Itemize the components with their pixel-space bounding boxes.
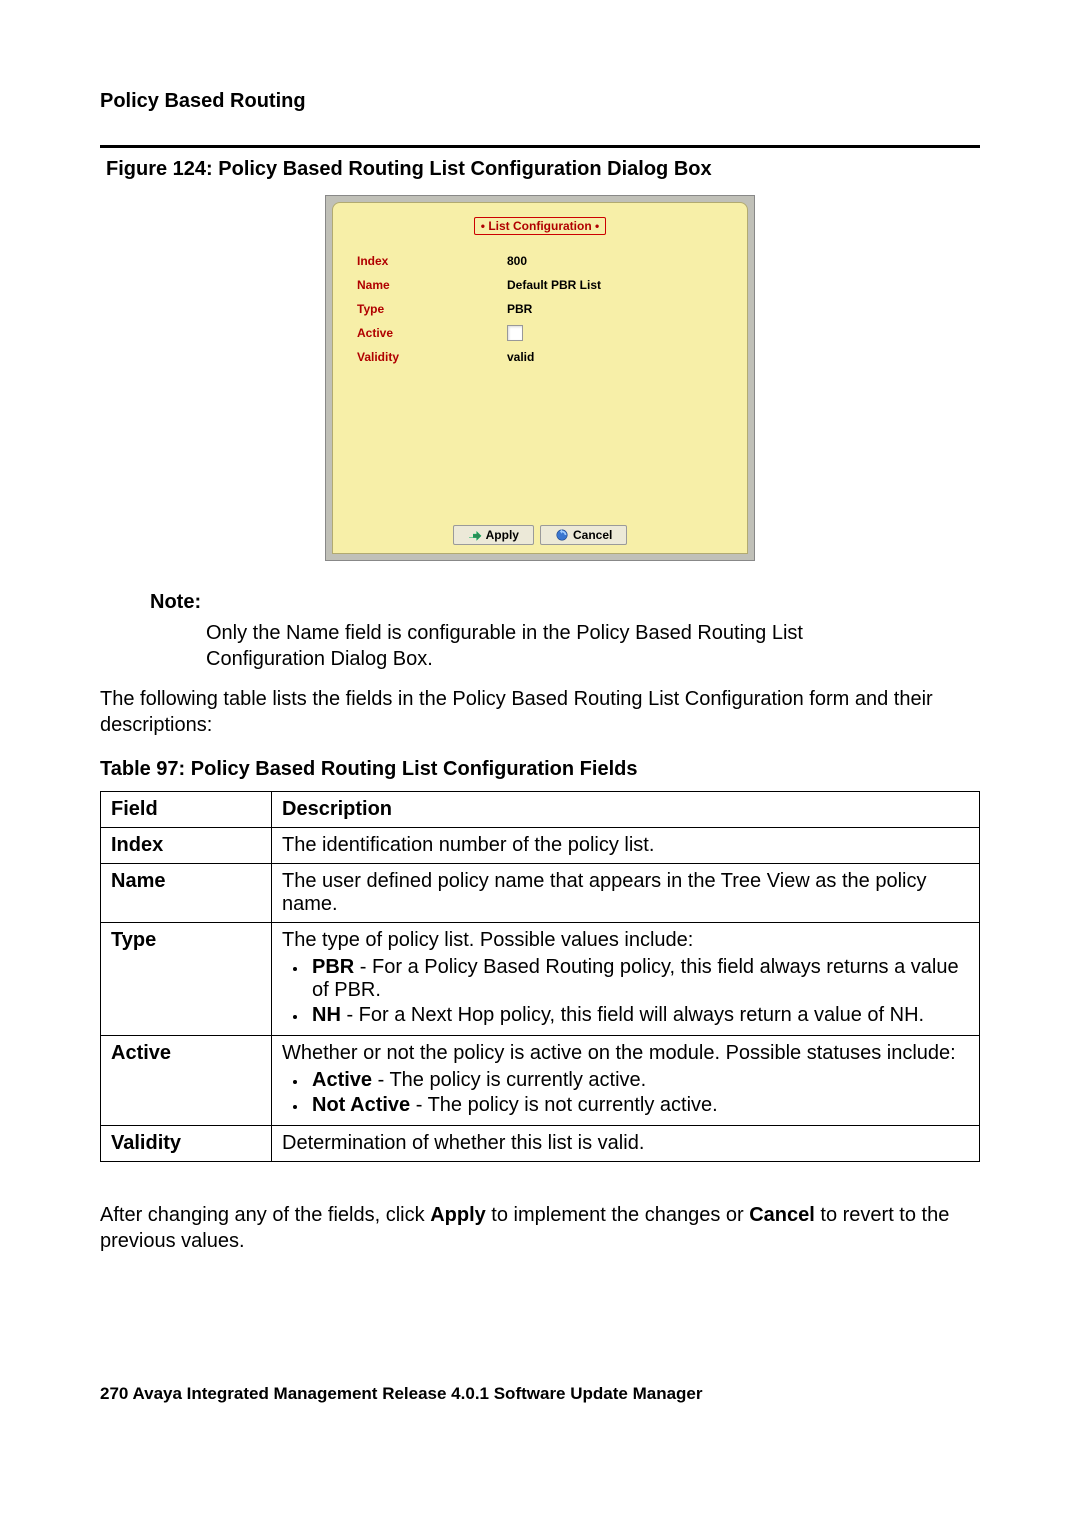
- intro-text: The following table lists the fields in …: [100, 686, 980, 738]
- list-item: Active - The policy is currently active.: [308, 1069, 969, 1092]
- apply-arrow-icon: [468, 529, 482, 541]
- form-value-type: PBR: [507, 302, 532, 316]
- closing-text: After changing any of the fields, click …: [100, 1202, 980, 1254]
- list-item: NH - For a Next Hop policy, this field w…: [308, 1004, 969, 1027]
- form-label-validity: Validity: [357, 350, 507, 364]
- dialog-button-bar: Apply Cancel: [349, 519, 731, 547]
- td-description: Determination of whether this list is va…: [272, 1126, 980, 1162]
- list-item: PBR - For a Policy Based Routing policy,…: [308, 956, 969, 1002]
- type-bullets: PBR - For a Policy Based Routing policy,…: [308, 956, 969, 1027]
- type-b1-strong: PBR: [312, 956, 354, 978]
- dialog-header: • List Configuration •: [349, 217, 731, 235]
- note-body: Only the Name field is configurable in t…: [206, 620, 886, 672]
- td-field: Active: [101, 1036, 272, 1126]
- page-footer: 270 Avaya Integrated Management Release …: [100, 1384, 980, 1404]
- form-value-validity: valid: [507, 350, 534, 364]
- th-description: Description: [272, 792, 980, 828]
- cancel-button[interactable]: Cancel: [540, 525, 627, 545]
- section-title: Policy Based Routing: [100, 90, 980, 113]
- table-row: Index The identification number of the p…: [101, 828, 980, 864]
- type-b2-strong: NH: [312, 1004, 341, 1026]
- active-b2-rest: - The policy is not currently active.: [410, 1094, 718, 1116]
- td-description: The type of policy list. Possible values…: [272, 923, 980, 1036]
- table-caption: Table 97: Policy Based Routing List Conf…: [100, 758, 980, 781]
- table-row: Name The user defined policy name that a…: [101, 864, 980, 923]
- table-row: Active Whether or not the policy is acti…: [101, 1036, 980, 1126]
- form-label-index: Index: [357, 254, 507, 268]
- type-intro: The type of policy list. Possible values…: [282, 929, 693, 951]
- form-row-type: Type PBR: [357, 297, 723, 321]
- form-label-name: Name: [357, 278, 507, 292]
- td-description: The user defined policy name that appear…: [272, 864, 980, 923]
- footer-page-number: 270: [100, 1384, 128, 1403]
- form-value-name: Default PBR List: [507, 278, 601, 292]
- td-field: Type: [101, 923, 272, 1036]
- td-field: Index: [101, 828, 272, 864]
- list-item: Not Active - The policy is not currently…: [308, 1094, 969, 1117]
- active-b1-strong: Active: [312, 1069, 372, 1091]
- form-label-type: Type: [357, 302, 507, 316]
- closing-apply: Apply: [430, 1204, 486, 1226]
- td-field: Name: [101, 864, 272, 923]
- note-title: Note:: [150, 591, 980, 614]
- td-field: Validity: [101, 1126, 272, 1162]
- apply-button[interactable]: Apply: [453, 525, 534, 545]
- form-row-name: Name Default PBR List: [357, 273, 723, 297]
- table-header-row: Field Description: [101, 792, 980, 828]
- form-value-index: 800: [507, 254, 527, 268]
- active-checkbox[interactable]: [507, 325, 523, 341]
- dialog-inner: • List Configuration • Index 800 Name De…: [332, 202, 748, 554]
- footer-title: Avaya Integrated Management Release 4.0.…: [132, 1384, 702, 1403]
- type-b2-rest: - For a Next Hop policy, this field will…: [341, 1004, 924, 1026]
- active-b2-strong: Not Active: [312, 1094, 410, 1116]
- table-row: Type The type of policy list. Possible v…: [101, 923, 980, 1036]
- type-b1-rest: - For a Policy Based Routing policy, thi…: [312, 956, 959, 1001]
- figure-caption: Figure 124: Policy Based Routing List Co…: [106, 158, 980, 181]
- form-spacer: [357, 369, 723, 519]
- form-label-active: Active: [357, 326, 507, 340]
- td-description: The identification number of the policy …: [272, 828, 980, 864]
- closing-pre: After changing any of the fields, click: [100, 1204, 430, 1226]
- table-row: Validity Determination of whether this l…: [101, 1126, 980, 1162]
- list-configuration-dialog: • List Configuration • Index 800 Name De…: [325, 195, 755, 561]
- cancel-icon: [555, 528, 569, 542]
- form-area: Index 800 Name Default PBR List Type PBR…: [357, 249, 723, 519]
- form-row-active: Active: [357, 321, 723, 345]
- cancel-button-label: Cancel: [573, 528, 612, 542]
- form-row-index: Index 800: [357, 249, 723, 273]
- dialog-wrap: • List Configuration • Index 800 Name De…: [100, 195, 980, 561]
- closing-mid: to implement the changes or: [486, 1204, 749, 1226]
- td-description: Whether or not the policy is active on t…: [272, 1036, 980, 1126]
- note-block: Note: Only the Name field is configurabl…: [150, 591, 980, 672]
- horizontal-rule: [100, 145, 980, 148]
- active-bullets: Active - The policy is currently active.…: [308, 1069, 969, 1117]
- form-row-validity: Validity valid: [357, 345, 723, 369]
- th-field: Field: [101, 792, 272, 828]
- active-b1-rest: - The policy is currently active.: [372, 1069, 646, 1091]
- fields-table: Field Description Index The identificati…: [100, 791, 980, 1162]
- active-intro: Whether or not the policy is active on t…: [282, 1042, 956, 1064]
- closing-cancel: Cancel: [749, 1204, 815, 1226]
- apply-button-label: Apply: [486, 528, 519, 542]
- dialog-title: • List Configuration •: [474, 217, 606, 235]
